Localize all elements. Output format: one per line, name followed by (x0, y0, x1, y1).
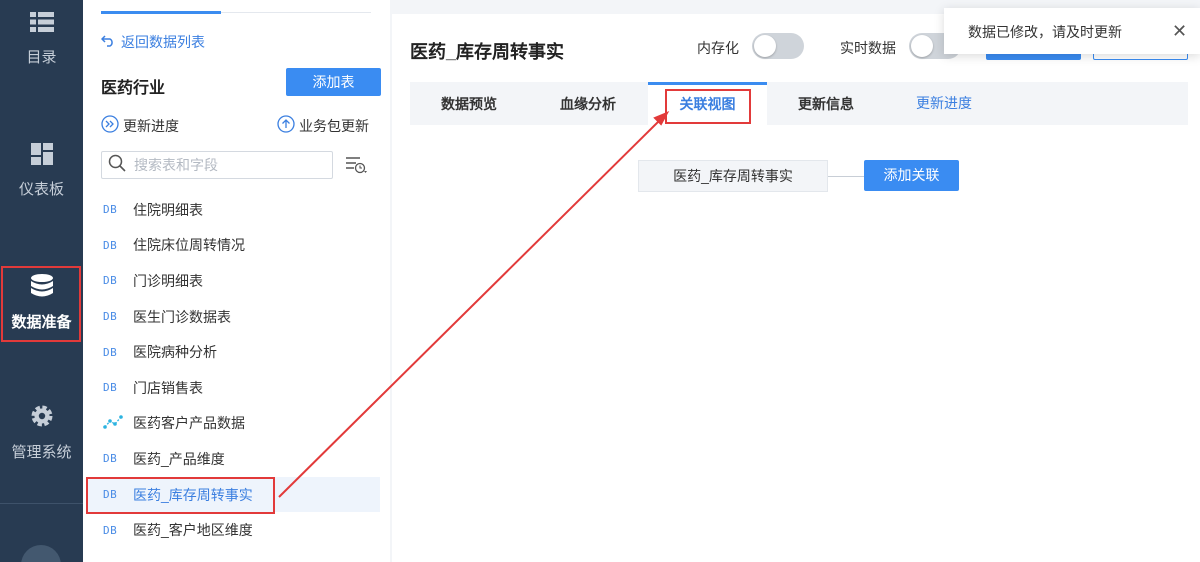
table-name: 医生门诊数据表 (133, 308, 231, 325)
nav-divider (0, 503, 83, 504)
db-icon: DB (103, 310, 118, 324)
table-name: 医药_产品维度 (133, 450, 225, 467)
nav-item-admin[interactable]: 管理系统 (0, 403, 83, 462)
tab-bar: 数据预览 血缘分析 关联视图 更新信息 更新进度 (410, 82, 1188, 125)
in-memory-label: 内存化 (697, 40, 739, 56)
table-row[interactable]: 医药客户产品数据 (83, 406, 390, 442)
nav-label: 管理系统 (11, 444, 72, 461)
db-icon: DB (103, 345, 118, 359)
industry-title: 医药行业 (101, 80, 166, 97)
page-title: 医药_库存周转事实 (410, 42, 565, 62)
sort-filter-icon[interactable] (345, 155, 369, 180)
relation-node[interactable]: 医药_库存周转事实 (638, 160, 828, 192)
table-row[interactable]: DB 住院明细表 (83, 192, 390, 228)
db-icon: DB (103, 381, 118, 395)
table-row[interactable]: DB 门店销售表 (83, 370, 390, 406)
nav-label: 仪表板 (18, 181, 64, 198)
db-icon: DB (103, 274, 118, 288)
table-row[interactable]: DB 医药_客户地区维度 (83, 512, 390, 548)
add-relation-button[interactable]: 添加关联 (864, 160, 959, 191)
table-row[interactable]: DB 医药_产品维度 (83, 441, 390, 477)
upload-icon (277, 115, 295, 136)
toast-notification: 数据已修改，请及时更新 ✕ (944, 8, 1200, 54)
table-name: 医药_客户地区维度 (133, 522, 253, 539)
back-link-label: 返回数据列表 (121, 34, 205, 50)
table-name: 住院床位周转情况 (133, 237, 245, 254)
in-memory-toggle[interactable] (752, 33, 804, 59)
db-icon: DB (103, 238, 118, 252)
tab-lineage[interactable]: 血缘分析 (528, 82, 648, 125)
update-progress-link[interactable]: 更新进度 (101, 115, 179, 136)
active-tab-highlight (665, 89, 751, 124)
realtime-label: 实时数据 (840, 40, 896, 56)
table-name: 门诊明细表 (133, 272, 203, 289)
back-to-list-link[interactable]: 返回数据列表 (100, 32, 205, 52)
tab-data-preview[interactable]: 数据预览 (410, 82, 528, 125)
dashboard-icon (0, 142, 83, 170)
tab-update-info[interactable]: 更新信息 (767, 82, 885, 125)
toast-message: 数据已修改，请及时更新 (968, 24, 1122, 40)
selected-table-highlight (86, 477, 275, 514)
db-icon: DB (103, 523, 118, 537)
table-row[interactable]: DB 门诊明细表 (83, 263, 390, 299)
gear-icon (0, 403, 83, 433)
db-icon: DB (103, 452, 118, 466)
table-name: 医药客户产品数据 (133, 415, 245, 432)
table-name: 住院明细表 (133, 201, 203, 218)
close-icon[interactable]: ✕ (1172, 22, 1187, 40)
table-name: 医院病种分析 (133, 344, 217, 361)
search-box[interactable] (101, 151, 333, 179)
search-icon (108, 154, 126, 177)
etl-icon (103, 415, 133, 432)
progress-icon (101, 115, 119, 136)
panel-top-accent (101, 11, 221, 14)
db-icon: DB (103, 203, 118, 217)
progress-link-label: 更新进度 (123, 117, 179, 134)
bizpkg-link-label: 业务包更新 (299, 117, 369, 134)
table-name: 门店销售表 (133, 379, 203, 396)
bizpkg-update-link[interactable]: 业务包更新 (277, 115, 369, 136)
nav-item-dashboard[interactable]: 仪表板 (0, 142, 83, 199)
nav-highlight-box (1, 266, 81, 342)
search-input[interactable] (134, 157, 324, 173)
avatar[interactable] (21, 545, 61, 562)
table-panel: 返回数据列表 医药行业 添加表 更新进度 业务包更新 DB 住院明细表 DB 住… (83, 0, 390, 562)
relation-connector (828, 176, 864, 177)
back-arrow-icon (100, 34, 115, 50)
list-icon (0, 10, 83, 38)
tab-update-progress[interactable]: 更新进度 (885, 82, 1003, 125)
add-table-button[interactable]: 添加表 (286, 68, 381, 96)
nav-label: 目录 (26, 49, 57, 66)
table-row[interactable]: DB 住院床位周转情况 (83, 228, 390, 264)
nav-item-catalog[interactable]: 目录 (0, 10, 83, 67)
table-row[interactable]: DB 医生门诊数据表 (83, 299, 390, 335)
table-row[interactable]: DB 医院病种分析 (83, 334, 390, 370)
